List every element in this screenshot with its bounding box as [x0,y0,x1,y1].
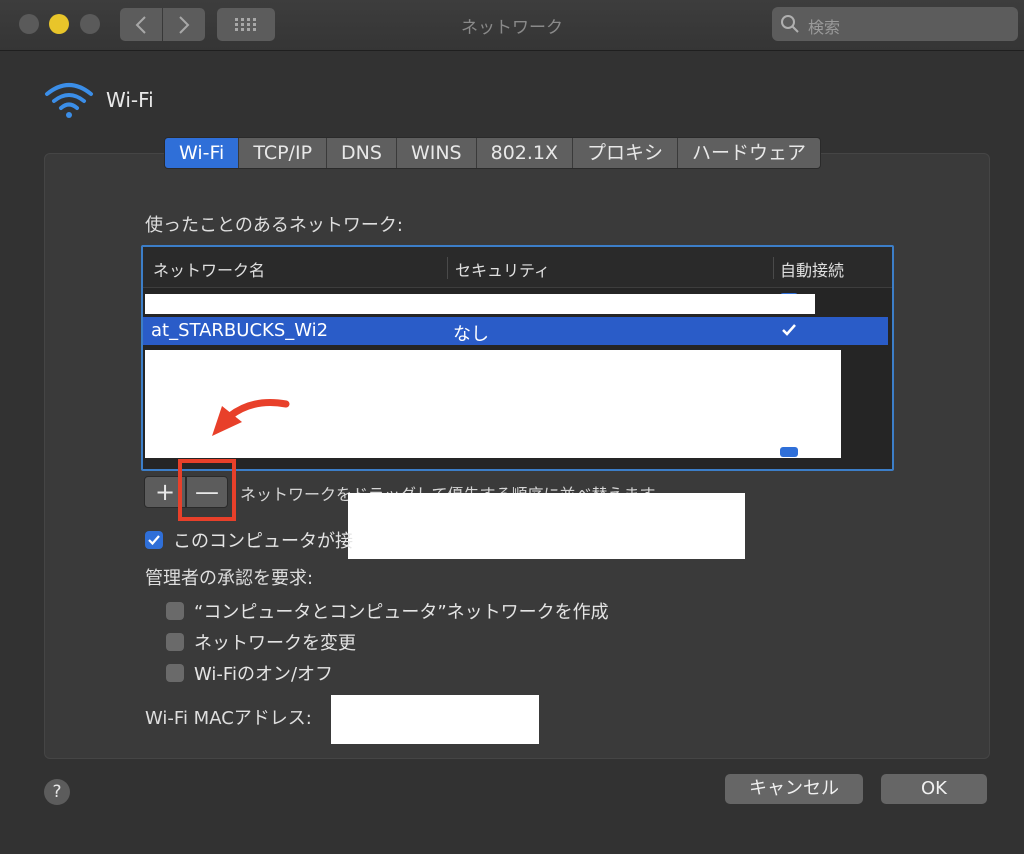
admin-create-computer-network-label: “コンピュータとコンピュータ”ネットワークを作成 [194,602,609,623]
column-auto-join[interactable]: 自動接続 [780,257,844,281]
remember-networks-option[interactable]: このコンピュータが接 [145,527,353,553]
mac-address-label: Wi-Fi MACアドレス: [145,708,312,729]
service-header: Wi-Fi [44,80,154,120]
title-bar: ネットワーク 検索 [0,0,1024,51]
tab-bar: Wi-Fi TCP/IP DNS WINS 802.1X プロキシ ハードウェア [164,137,822,169]
tab-wins[interactable]: WINS [396,138,477,168]
tab-dns[interactable]: DNS [327,138,397,168]
admin-wifi-power-label: Wi-Fiのオン/オフ [194,664,334,685]
cancel-button[interactable]: キャンセル [725,774,863,804]
remember-networks-label: このコンピュータが接 [173,531,353,552]
column-network-name[interactable]: ネットワーク名 [153,257,265,281]
tab-tcpip[interactable]: TCP/IP [239,138,328,168]
admin-wifi-power-checkbox[interactable] [166,664,184,682]
table-row[interactable]: at_STARBUCKS_Wi2 なし [143,317,888,345]
admin-create-computer-network-option[interactable]: “コンピュータとコンピュータ”ネットワークを作成 [166,598,609,624]
tab-8021x[interactable]: 802.1X [476,138,574,168]
wifi-icon [45,83,93,118]
redacted-mac-address [331,695,539,744]
service-name: Wi-Fi [106,88,154,112]
remember-networks-checkbox[interactable] [145,531,163,549]
admin-change-network-option[interactable]: ネットワークを変更 [166,629,356,655]
redacted-row [145,294,815,314]
help-button[interactable]: ? [44,779,70,805]
admin-change-network-label: ネットワークを変更 [194,633,356,654]
ok-button[interactable]: OK [881,774,987,804]
arrow-annotation-icon [212,399,290,436]
admin-create-computer-network-checkbox[interactable] [166,602,184,620]
auto-join-checkbox[interactable] [780,321,798,339]
column-divider [447,257,448,279]
admin-authorization-label: 管理者の承認を要求: [145,568,314,589]
network-name: at_STARBUCKS_Wi2 [151,320,329,341]
search-placeholder: 検索 [808,18,841,37]
admin-change-network-checkbox[interactable] [166,633,184,651]
admin-wifi-power-option[interactable]: Wi-Fiのオン/オフ [166,660,333,686]
tab-hardware[interactable]: ハードウェア [678,138,821,168]
search-icon [781,15,799,33]
network-preferences-window: ネットワーク 検索 Wi-Fi Wi-Fi TCP/IP DNS WINS 80… [0,0,1024,854]
checkmark-icon [148,535,160,546]
search-field[interactable]: 検索 [772,7,1018,41]
tab-proxy[interactable]: プロキシ [573,138,679,168]
checkmark-icon [782,324,796,336]
highlight-annotation [178,459,236,521]
preferred-networks-label: 使ったことのあるネットワーク: [145,215,403,236]
auto-join-checkbox[interactable] [780,447,798,457]
network-security: なし [453,324,489,345]
tab-wifi[interactable]: Wi-Fi [165,138,240,168]
column-divider [773,257,774,279]
table-header: ネットワーク名 セキュリティ 自動接続 [143,247,892,288]
column-security[interactable]: セキュリティ [455,257,550,281]
redaction-block [348,493,745,559]
